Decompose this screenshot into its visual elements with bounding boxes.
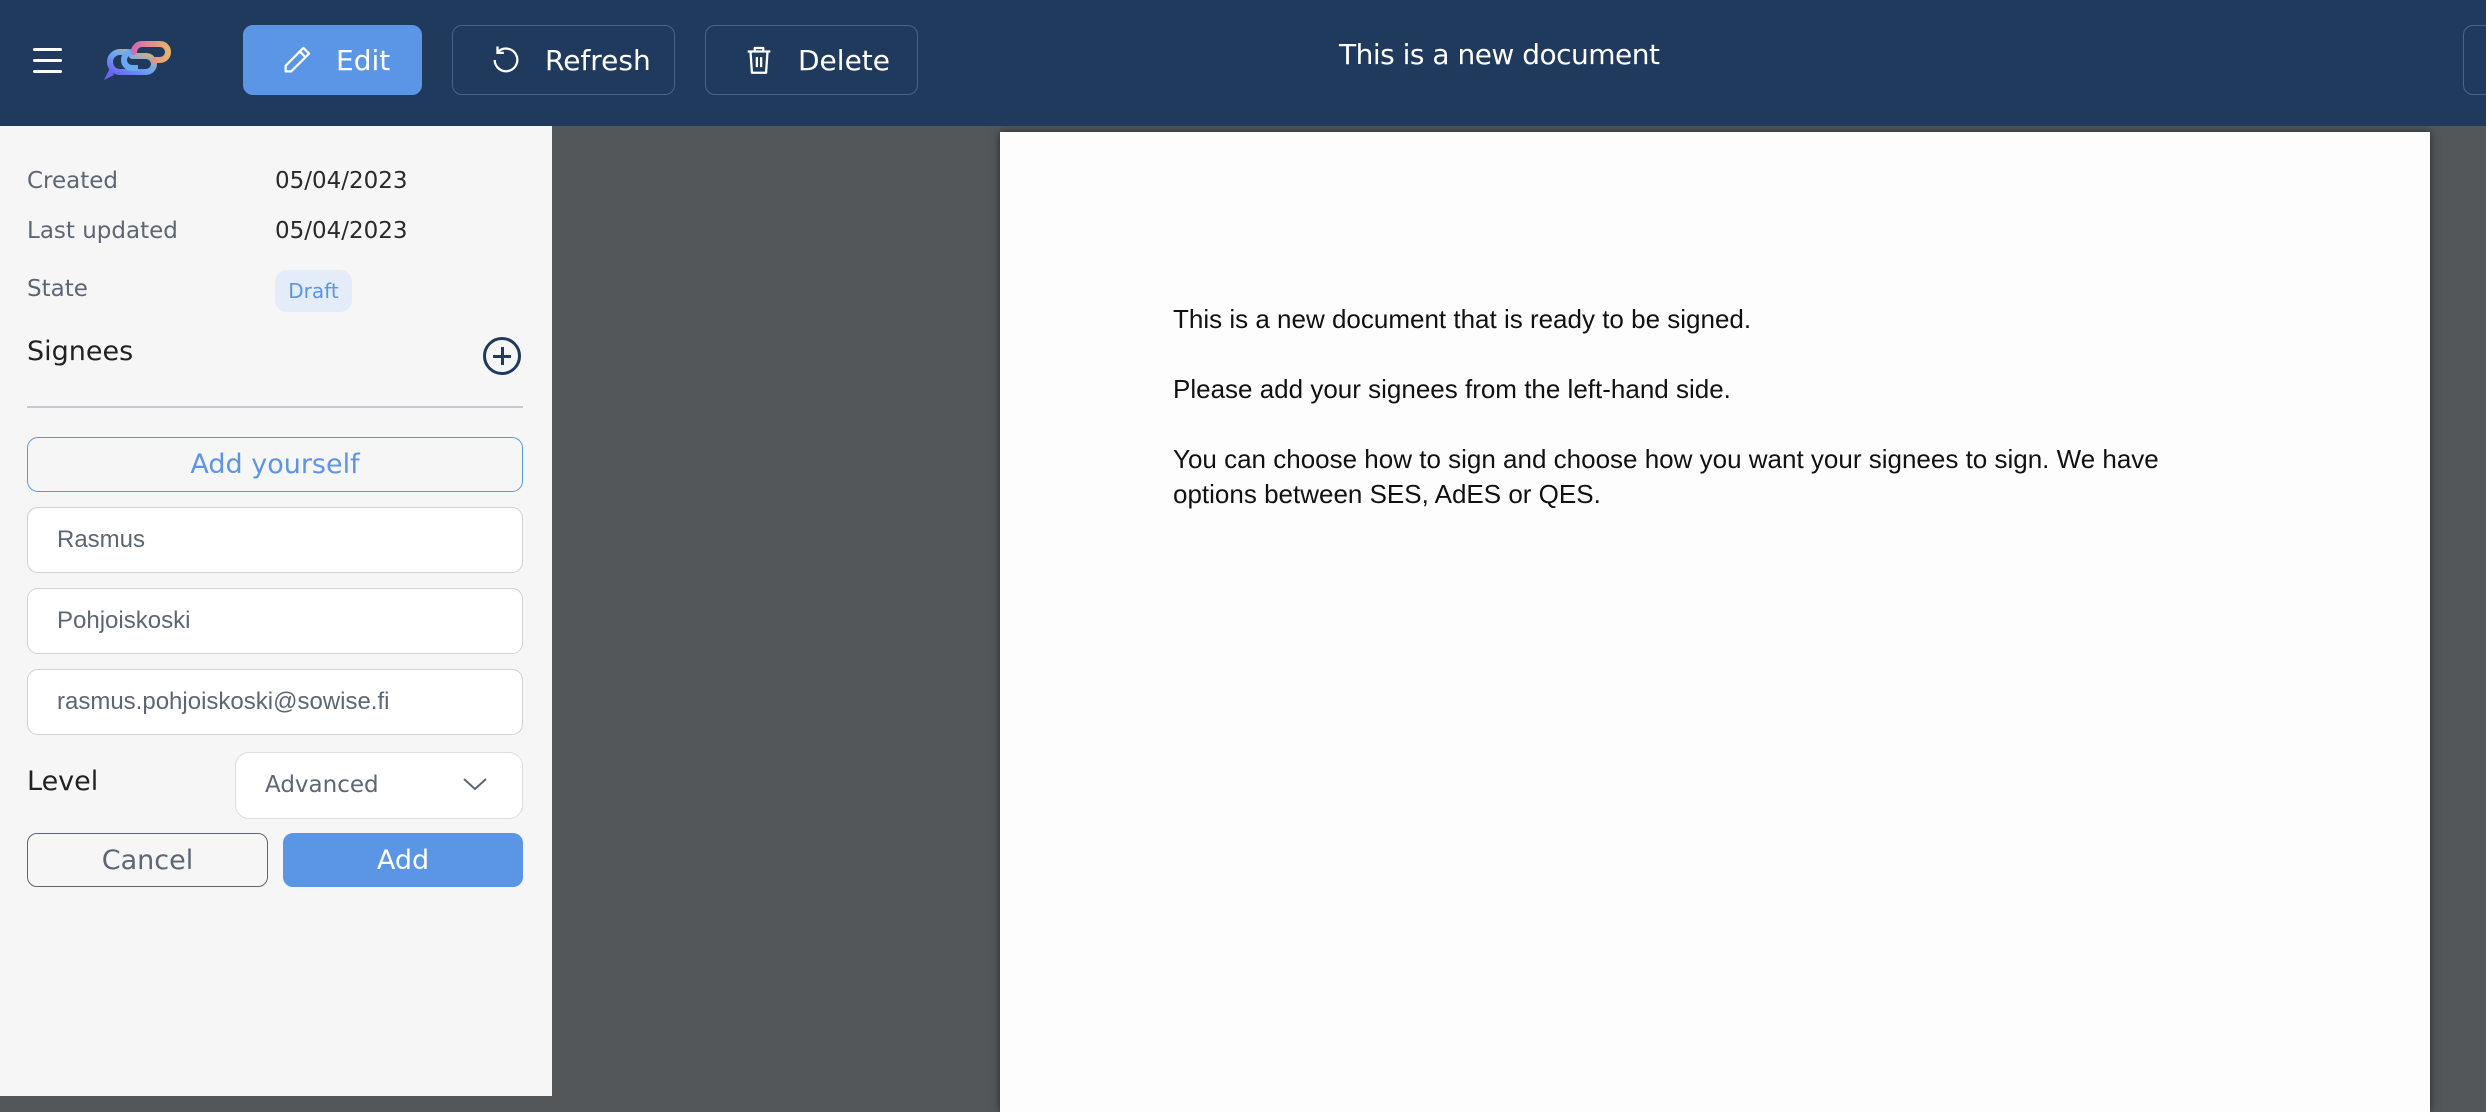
pencil-icon	[280, 43, 314, 77]
document-sidebar: Created 05/04/2023 Last updated 05/04/20…	[0, 126, 552, 1096]
document-paragraph: options between SES, AdES or QES.	[1173, 479, 1601, 509]
document-paragraph: You can choose how to sign and choose ho…	[1173, 444, 2159, 474]
signees-heading: Signees	[27, 336, 134, 367]
state-badge: Draft	[275, 270, 352, 312]
plus-circle-icon[interactable]	[483, 337, 521, 375]
level-label: Level	[27, 766, 99, 797]
refresh-icon	[489, 43, 523, 77]
document-page: This is a new document that is ready to …	[1000, 132, 2430, 1112]
document-paragraph: Please add your signees from the left-ha…	[1173, 374, 1731, 404]
toolbar-button-offscreen[interactable]	[2463, 25, 2486, 95]
refresh-button-label: Refresh	[545, 43, 651, 77]
first-name-input[interactable]	[27, 507, 523, 573]
chat-link-logo-icon	[104, 41, 171, 80]
chevron-down-icon	[463, 778, 487, 791]
last-updated-label: Last updated	[27, 218, 178, 244]
last-updated-value: 05/04/2023	[275, 218, 408, 244]
add-yourself-button[interactable]: Add yourself	[27, 437, 523, 492]
created-value: 05/04/2023	[275, 168, 408, 194]
level-select-value: Advanced	[265, 772, 379, 798]
email-input[interactable]	[27, 669, 523, 735]
top-toolbar: Edit Refresh Delete This is a new docume…	[0, 0, 2486, 126]
last-name-input[interactable]	[27, 588, 523, 654]
refresh-button[interactable]: Refresh	[452, 25, 675, 95]
delete-button-label: Delete	[798, 43, 890, 77]
hamburger-menu-icon[interactable]	[33, 46, 63, 74]
add-signee-button[interactable]: Add	[283, 833, 523, 887]
document-viewer[interactable]: This is a new document that is ready to …	[552, 126, 2486, 1112]
document-title: This is a new document	[1339, 38, 1660, 71]
cancel-button[interactable]: Cancel	[27, 833, 268, 887]
document-paragraph: This is a new document that is ready to …	[1173, 304, 1752, 334]
edit-button[interactable]: Edit	[243, 25, 422, 95]
delete-button[interactable]: Delete	[705, 25, 918, 95]
edit-button-label: Edit	[336, 43, 391, 77]
level-select[interactable]: Advanced	[235, 752, 523, 819]
trash-icon	[742, 43, 776, 77]
divider	[27, 406, 523, 408]
state-label: State	[27, 276, 88, 302]
created-label: Created	[27, 168, 119, 194]
